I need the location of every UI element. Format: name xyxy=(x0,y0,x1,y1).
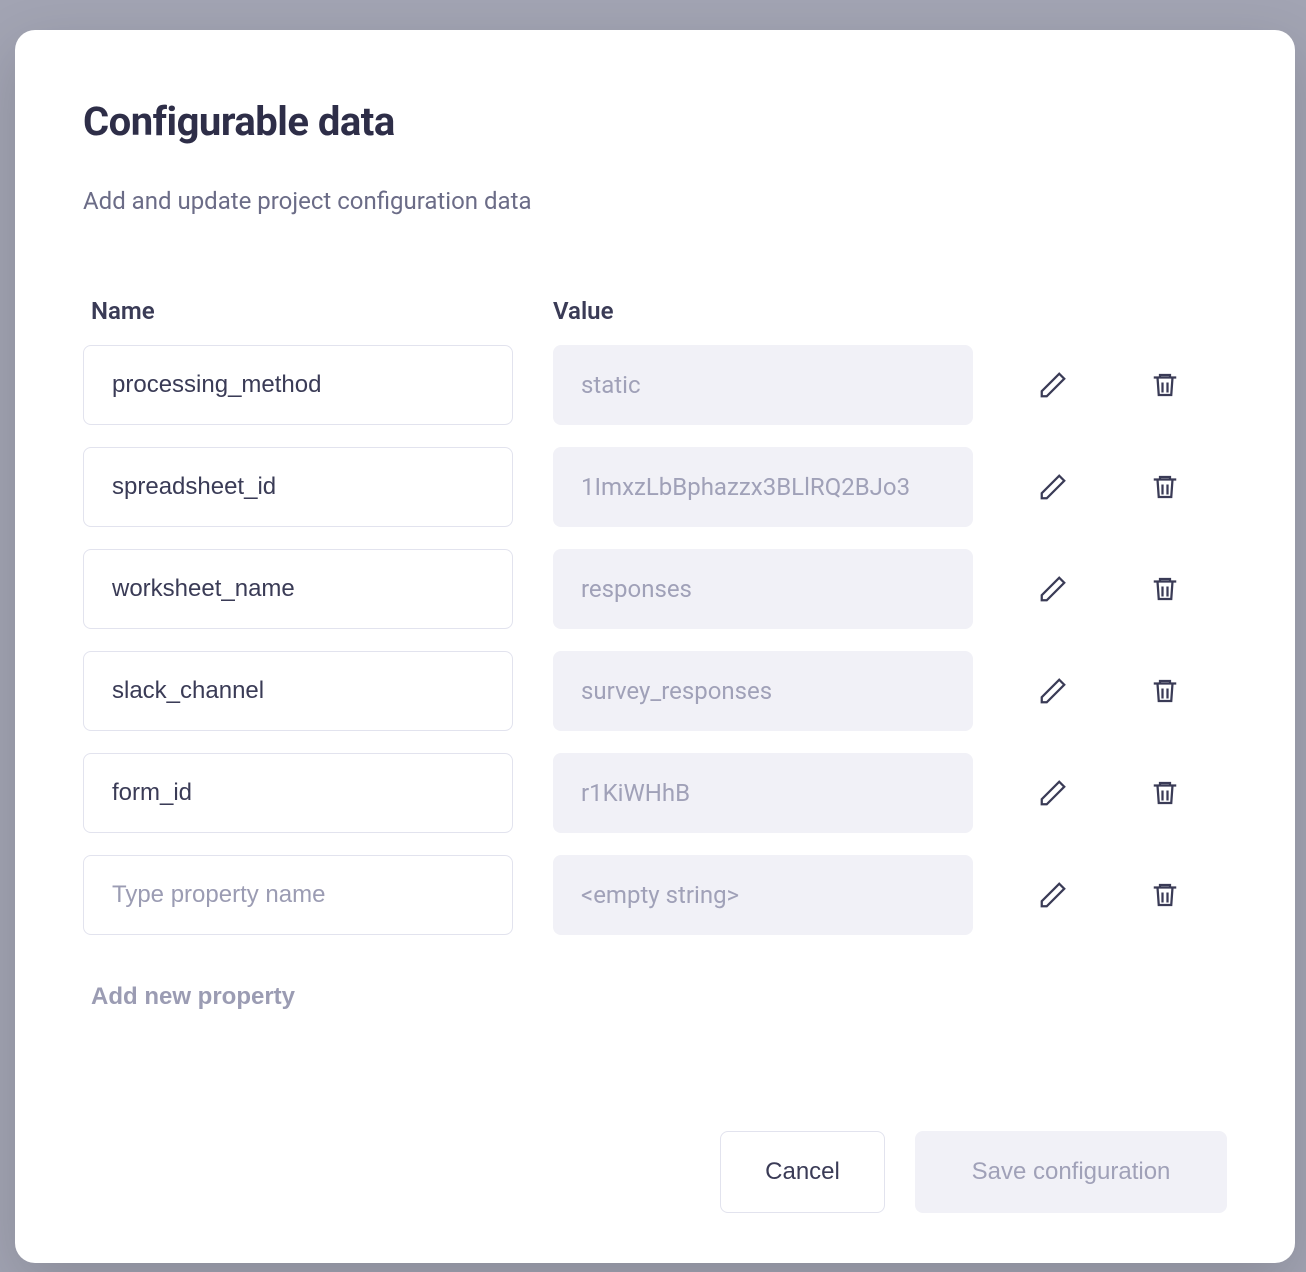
property-name-input[interactable] xyxy=(83,345,513,425)
delete-button[interactable] xyxy=(1145,365,1185,405)
add-new-property-button[interactable]: Add new property xyxy=(83,983,295,1011)
delete-button[interactable] xyxy=(1145,569,1185,609)
property-name-input[interactable] xyxy=(83,753,513,833)
delete-button[interactable] xyxy=(1145,467,1185,507)
property-name-input[interactable] xyxy=(83,447,513,527)
delete-button[interactable] xyxy=(1145,875,1185,915)
rows-container: static 1ImxzLbBphazzx3BLlRQ2BJo3 respons… xyxy=(83,345,1227,935)
modal-subtitle: Add and update project configuration dat… xyxy=(83,187,1227,215)
column-header-name: Name xyxy=(83,297,553,325)
property-name-input[interactable] xyxy=(83,549,513,629)
new-property-name-input[interactable] xyxy=(83,855,513,935)
delete-button[interactable] xyxy=(1145,671,1185,711)
property-value-display: static xyxy=(553,345,973,425)
table-row: responses xyxy=(83,549,1227,629)
property-name-input[interactable] xyxy=(83,651,513,731)
edit-button[interactable] xyxy=(1033,671,1073,711)
edit-button[interactable] xyxy=(1033,569,1073,609)
property-value-display: survey_responses xyxy=(553,651,973,731)
trash-icon xyxy=(1150,778,1180,808)
edit-button[interactable] xyxy=(1033,875,1073,915)
trash-icon xyxy=(1150,880,1180,910)
pencil-icon xyxy=(1038,880,1068,910)
trash-icon xyxy=(1150,574,1180,604)
new-property-row: <empty string> xyxy=(83,855,1227,935)
cancel-button[interactable]: Cancel xyxy=(720,1131,885,1213)
edit-button[interactable] xyxy=(1033,773,1073,813)
save-configuration-button[interactable]: Save configuration xyxy=(915,1131,1227,1213)
pencil-icon xyxy=(1038,472,1068,502)
pencil-icon xyxy=(1038,370,1068,400)
pencil-icon xyxy=(1038,778,1068,808)
table-row: static xyxy=(83,345,1227,425)
trash-icon xyxy=(1150,676,1180,706)
pencil-icon xyxy=(1038,574,1068,604)
table-row: r1KiWHhB xyxy=(83,753,1227,833)
table-header: Name Value xyxy=(83,297,1227,325)
modal-title: Configurable data xyxy=(83,98,1227,145)
trash-icon xyxy=(1150,370,1180,400)
pencil-icon xyxy=(1038,676,1068,706)
trash-icon xyxy=(1150,472,1180,502)
modal-footer: Cancel Save configuration xyxy=(83,1131,1227,1213)
property-value-display: r1KiWHhB xyxy=(553,753,973,833)
column-header-value: Value xyxy=(553,297,1227,325)
config-modal: Configurable data Add and update project… xyxy=(15,30,1295,1263)
property-value-display: 1ImxzLbBphazzx3BLlRQ2BJo3 xyxy=(553,447,973,527)
edit-button[interactable] xyxy=(1033,467,1073,507)
property-value-display: responses xyxy=(553,549,973,629)
table-row: survey_responses xyxy=(83,651,1227,731)
table-row: 1ImxzLbBphazzx3BLlRQ2BJo3 xyxy=(83,447,1227,527)
delete-button[interactable] xyxy=(1145,773,1185,813)
new-property-value-display: <empty string> xyxy=(553,855,973,935)
edit-button[interactable] xyxy=(1033,365,1073,405)
